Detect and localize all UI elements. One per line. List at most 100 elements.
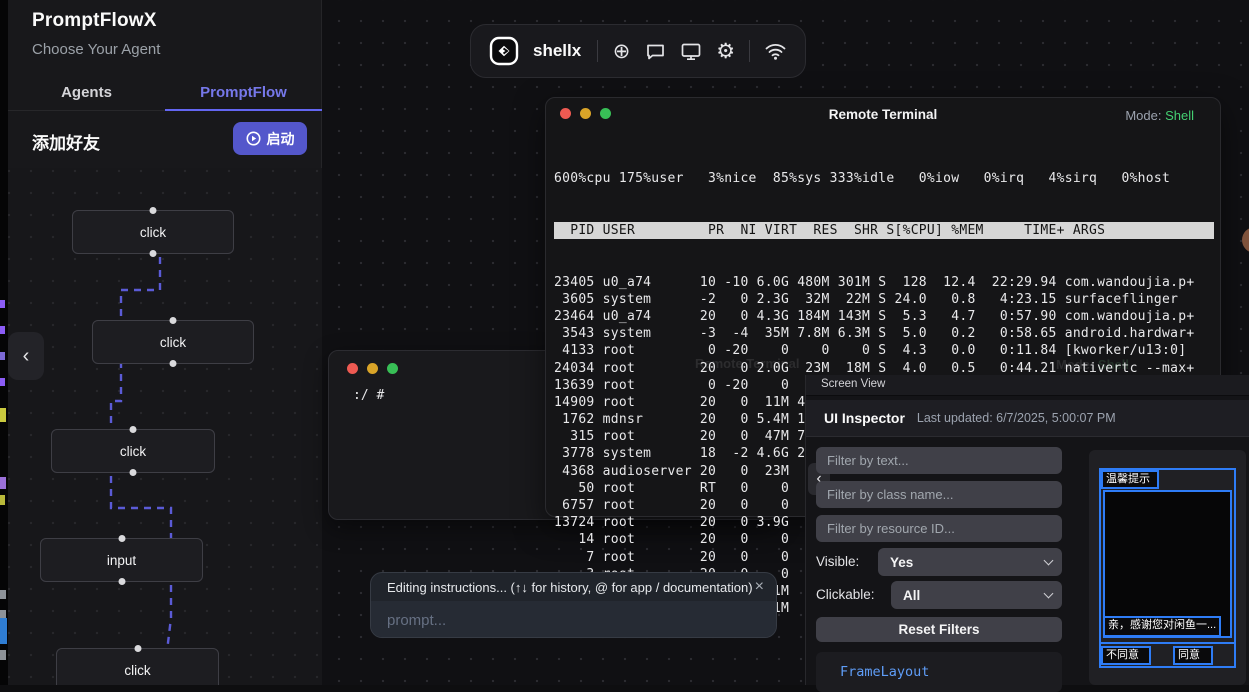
editing-instructions-label: Editing instructions... (↑↓ for history,… — [387, 580, 755, 595]
node-handle[interactable] — [118, 578, 125, 585]
screen-preview[interactable]: 温馨提示 亲，感谢您对闲鱼一... 不同意 同意 — [1089, 450, 1246, 685]
flow-node-input[interactable]: input — [40, 538, 203, 582]
sliver — [0, 495, 5, 505]
sliver — [0, 477, 6, 489]
close-icon[interactable]: × — [755, 578, 764, 596]
node-handle[interactable] — [134, 645, 141, 652]
chat-bubble-icon — [645, 41, 666, 62]
visible-label: Visible: — [816, 554, 859, 569]
clickable-select[interactable]: All — [891, 581, 1062, 609]
chevron-down-icon — [1044, 589, 1054, 599]
flow-canvas[interactable]: click click click input click — [8, 168, 322, 685]
hierarchy-tree: FrameLayout — [816, 652, 1062, 692]
tab-promptflow[interactable]: PromptFlow — [165, 78, 322, 111]
node-handle[interactable] — [130, 426, 137, 433]
prompt-card: Editing instructions... (↑↓ for history,… — [370, 572, 777, 638]
visible-select[interactable]: Yes — [878, 548, 1062, 576]
shell-prompt: :/ # — [353, 388, 384, 403]
clickable-value: All — [903, 588, 920, 603]
screen-button[interactable] — [680, 38, 702, 64]
flow-node-click-4[interactable]: click — [56, 648, 219, 685]
sidebar-tabs: Agents PromptFlow — [8, 78, 322, 111]
mode-value: Shell — [1165, 108, 1194, 123]
disagree-button[interactable]: 不同意 — [1101, 646, 1151, 665]
flow-node-click-3[interactable]: click — [51, 429, 215, 473]
inspector-panel: Screen View UI Inspector Last updated: 6… — [805, 375, 1249, 685]
filter-resource-input[interactable] — [816, 515, 1062, 542]
ghost-mode-label: Mode: — [1056, 357, 1094, 372]
terminal-row: 23464 u0_a74 20 0 4.3G 184M 143M S 5.3 4… — [554, 308, 1214, 325]
sliver — [0, 352, 5, 360]
node-label: input — [107, 553, 136, 568]
app-subtitle: Choose Your Agent — [32, 41, 160, 58]
terminal-row: 23405 u0_a74 10 -10 6.0G 480M 301M S 128… — [554, 274, 1214, 291]
sliver — [0, 590, 6, 599]
sidebar-collapse-button[interactable]: ‹ — [8, 332, 44, 380]
prompt-card-header: Editing instructions... (↑↓ for history,… — [371, 573, 776, 601]
toolbar-app-name: shellx — [533, 41, 581, 61]
chevron-down-icon — [1044, 556, 1054, 566]
node-handle[interactable] — [130, 469, 137, 476]
visible-value: Yes — [890, 555, 913, 570]
app-title: PromptFlowX — [32, 10, 157, 32]
settings-button[interactable]: ⚙ — [716, 38, 735, 64]
tab-agents[interactable]: Agents — [8, 78, 165, 111]
clickable-label: Clickable: — [816, 587, 875, 602]
add-button[interactable]: ⊕ — [612, 38, 631, 64]
filter-text-input[interactable] — [816, 447, 1062, 474]
zoom-window-icon[interactable] — [387, 363, 398, 374]
node-label: click — [160, 335, 186, 350]
node-handle[interactable] — [118, 535, 125, 542]
sliver — [0, 326, 5, 334]
ghost-window-title: Remote Terminal — [695, 356, 800, 371]
agree-button[interactable]: 同意 — [1173, 646, 1213, 665]
monitor-icon — [680, 41, 702, 62]
terminal-title: Remote Terminal — [546, 107, 1220, 122]
process-table-header: PID USER PR NI VIRT RES SHR S[%CPU] %MEM… — [554, 222, 1214, 239]
minimize-window-icon[interactable] — [367, 363, 378, 374]
ui-inspector-header: UI Inspector Last updated: 6/7/2025, 5:0… — [806, 400, 1249, 437]
window-controls — [347, 363, 398, 374]
prompt-input[interactable] — [371, 601, 776, 638]
terminal-row: 3543 system -3 -4 35M 7.8M 6.3M S 5.0 0.… — [554, 325, 1214, 342]
flow-action-row: 添加好友 启动 — [8, 112, 322, 168]
shellx-logo-icon[interactable] — [489, 36, 519, 66]
sliver — [0, 650, 6, 660]
chat-button[interactable] — [645, 38, 666, 64]
sidebar-panel: PromptFlowX Choose Your Agent Agents Pro… — [8, 0, 322, 685]
reset-filters-button[interactable]: Reset Filters — [816, 617, 1062, 642]
sliver — [0, 618, 7, 644]
flow-node-click-1[interactable]: click — [72, 210, 234, 254]
app-root: PromptFlowX Choose Your Agent Agents Pro… — [0, 0, 1249, 685]
node-label: click — [140, 225, 166, 240]
node-label: click — [120, 444, 146, 459]
toolbar-divider — [597, 40, 598, 62]
sliver — [0, 300, 5, 308]
node-handle[interactable] — [150, 207, 157, 214]
chevron-left-icon: ‹ — [23, 345, 30, 368]
sliver — [0, 378, 5, 386]
dialog-title[interactable]: 温馨提示 — [1101, 470, 1159, 489]
node-handle[interactable] — [170, 317, 177, 324]
filter-class-input[interactable] — [816, 481, 1062, 508]
sliver — [0, 408, 6, 422]
node-handle[interactable] — [170, 360, 177, 367]
start-flow-button[interactable]: 启动 — [233, 122, 307, 155]
node-handle[interactable] — [150, 250, 157, 257]
close-window-icon[interactable] — [347, 363, 358, 374]
screen-view-label: Screen View — [821, 378, 885, 390]
tree-node-framelayout[interactable]: FrameLayout — [840, 664, 929, 680]
toolbar-divider — [749, 40, 750, 62]
ghost-mode-value: Shell — [1098, 357, 1129, 372]
connection-button[interactable] — [764, 38, 787, 64]
play-circle-icon — [246, 131, 261, 146]
flow-name: 添加好友 — [32, 129, 100, 154]
terminal-mode: Mode: Shell — [1125, 108, 1194, 123]
floating-toolbar: shellx ⊕ ⚙ — [470, 24, 806, 78]
terminal-row: 3605 system -2 0 2.3G 32M 22M S 24.0 0.8… — [554, 291, 1214, 308]
dialog-message[interactable]: 亲，感谢您对闲鱼一... — [1103, 616, 1221, 637]
flow-node-click-2[interactable]: click — [92, 320, 254, 364]
wifi-icon — [764, 42, 787, 61]
screen-view-bar: Screen View — [806, 375, 1249, 396]
cpu-summary-line: 600%cpu 175%user 3%nice 85%sys 333%idle … — [554, 170, 1214, 187]
